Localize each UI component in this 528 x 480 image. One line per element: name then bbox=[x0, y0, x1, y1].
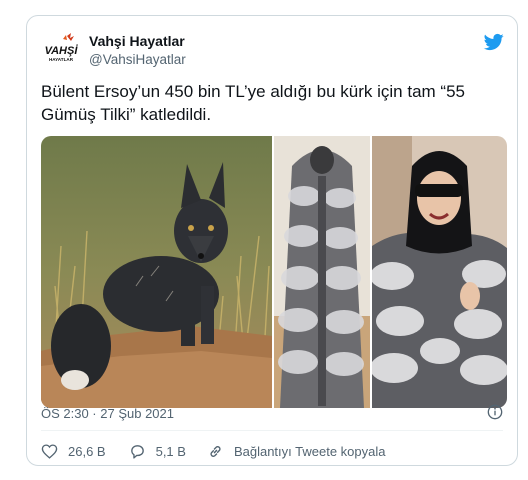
avatar-logo-subtext: HAYATLAR bbox=[49, 57, 74, 62]
tweet-text: Bülent Ersoy’un 450 bin TL’ye aldığı bu … bbox=[41, 82, 465, 124]
like-count: 26,6 B bbox=[68, 443, 106, 459]
woman-in-fur-coat-photo[interactable] bbox=[372, 136, 507, 408]
twitter-bird-icon[interactable] bbox=[483, 32, 505, 52]
avatar-logo-text: VAHŞİ bbox=[45, 44, 79, 57]
user-handle[interactable]: @VahsiHayatlar bbox=[89, 52, 186, 67]
black-silver-fox-photo[interactable] bbox=[41, 136, 272, 408]
avatar[interactable]: VAHŞİ HAYATLAR bbox=[41, 30, 81, 70]
copy-link-label: Bağlantıyı Tweete kopyala bbox=[233, 443, 386, 459]
link-icon bbox=[210, 445, 221, 457]
tweet-card[interactable]: VAHŞİ HAYATLAR Vahşi Hayatlar @VahsiHaya… bbox=[26, 15, 518, 466]
copy-link-button[interactable]: Bağlantıyı Tweete kopyala bbox=[207, 443, 386, 460]
reply-count: 5,1 B bbox=[155, 443, 186, 459]
tweet-timestamp[interactable]: ÖS 2:30 · 27 Şub 2021 bbox=[41, 406, 174, 421]
heart-icon bbox=[41, 443, 58, 459]
reply-icon bbox=[130, 444, 144, 459]
reply-button[interactable]: 5,1 B bbox=[129, 443, 186, 460]
like-button[interactable]: 26,6 B bbox=[41, 443, 106, 460]
avatar-logo: VAHŞİ HAYATLAR bbox=[41, 30, 81, 70]
info-icon[interactable] bbox=[487, 404, 503, 420]
tweet-media bbox=[41, 136, 507, 408]
tweet-actions: 26,6 B 5,1 B Bağlantıyı Tweete kopyala bbox=[41, 441, 385, 461]
tweet-header: VAHŞİ HAYATLAR Vahşi Hayatlar @VahsiHaya… bbox=[41, 30, 505, 70]
divider bbox=[41, 430, 503, 431]
display-name[interactable]: Vahşi Hayatlar bbox=[89, 33, 185, 49]
silver-fox-fur-coat-photo[interactable] bbox=[274, 136, 370, 408]
